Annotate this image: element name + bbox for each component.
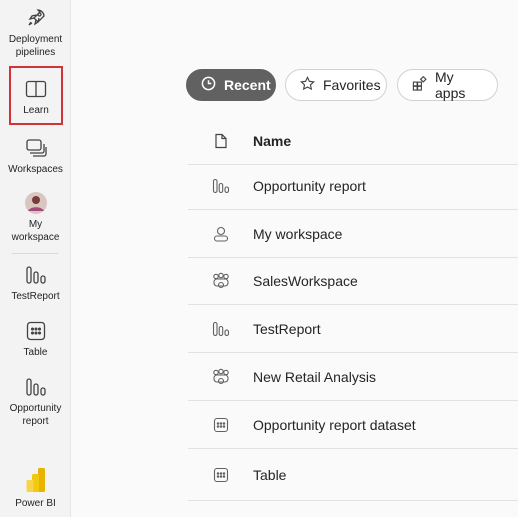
table-icon xyxy=(26,319,46,343)
file-icon xyxy=(188,133,253,149)
apps-icon xyxy=(412,75,427,94)
report-icon xyxy=(25,263,47,287)
item-name[interactable]: New Retail Analysis xyxy=(253,369,518,385)
rail-item-table[interactable]: Table xyxy=(0,319,71,359)
rail-label: Power BI xyxy=(15,498,56,509)
rail-item-powerbi[interactable]: Power BI xyxy=(0,466,71,510)
report-icon xyxy=(188,321,253,337)
rail-label: Table xyxy=(23,347,48,358)
rail-label: report xyxy=(22,416,49,427)
list-header: Name xyxy=(188,117,518,165)
tab-label: Recent xyxy=(224,77,271,93)
dataset-icon xyxy=(188,467,253,483)
list-item[interactable]: Table xyxy=(188,449,518,501)
clock-icon xyxy=(201,76,216,94)
item-name[interactable]: Table xyxy=(253,467,518,483)
rail-label: Deployment xyxy=(8,34,63,45)
report-icon xyxy=(188,178,253,194)
rocket-icon xyxy=(25,6,47,30)
list-item[interactable]: Opportunity report xyxy=(188,162,518,210)
item-name[interactable]: Opportunity report dataset xyxy=(253,417,518,433)
rail-item-workspaces[interactable]: Workspaces xyxy=(0,136,71,176)
rail-label: Opportunity xyxy=(9,403,62,414)
rail-label: Learn xyxy=(23,105,49,116)
person-icon xyxy=(188,226,253,242)
rail-label: My xyxy=(28,219,43,230)
tab-label: Favorites xyxy=(323,77,381,93)
rail-label: workspace xyxy=(11,232,60,243)
rail-item-learn[interactable]: Learn xyxy=(9,66,63,125)
list-item[interactable]: TestReport xyxy=(188,305,518,353)
report-icon xyxy=(25,375,47,399)
rail-item-my-workspace[interactable]: My workspace xyxy=(0,191,71,244)
list-item[interactable]: SalesWorkspace xyxy=(188,257,518,305)
group-icon xyxy=(188,272,253,290)
rail-label: TestReport xyxy=(11,291,60,302)
rail-item-deployment-pipelines[interactable]: Deployment pipelines xyxy=(0,6,71,59)
list-item[interactable]: Opportunity report dataset xyxy=(188,401,518,449)
tab-recent[interactable]: Recent xyxy=(186,69,276,101)
column-header-name[interactable]: Name xyxy=(253,133,518,149)
rail-label: pipelines xyxy=(15,47,56,58)
dataset-icon xyxy=(188,417,253,433)
book-icon xyxy=(25,77,47,101)
rail-label: Workspaces xyxy=(8,164,63,175)
item-name[interactable]: My workspace xyxy=(253,226,518,242)
powerbi-logo-icon xyxy=(26,466,46,494)
star-icon xyxy=(300,76,315,94)
tab-favorites[interactable]: Favorites xyxy=(285,69,387,101)
item-name[interactable]: Opportunity report xyxy=(253,178,518,194)
rail-item-testreport[interactable]: TestReport xyxy=(0,263,71,303)
group-icon xyxy=(188,368,253,386)
nav-rail: Deployment pipelines Learn Workspaces My… xyxy=(0,0,71,517)
rail-divider xyxy=(12,253,58,254)
avatar xyxy=(24,191,48,215)
item-name[interactable]: SalesWorkspace xyxy=(253,273,518,289)
workspaces-icon xyxy=(25,136,47,160)
list-item[interactable]: New Retail Analysis xyxy=(188,353,518,401)
tab-label: My apps xyxy=(435,69,466,101)
tab-my-apps[interactable]: My apps xyxy=(397,69,498,101)
list-item[interactable]: My workspace xyxy=(188,210,518,258)
rail-item-opportunity-report[interactable]: Opportunity report xyxy=(0,375,71,428)
item-name[interactable]: TestReport xyxy=(253,321,518,337)
